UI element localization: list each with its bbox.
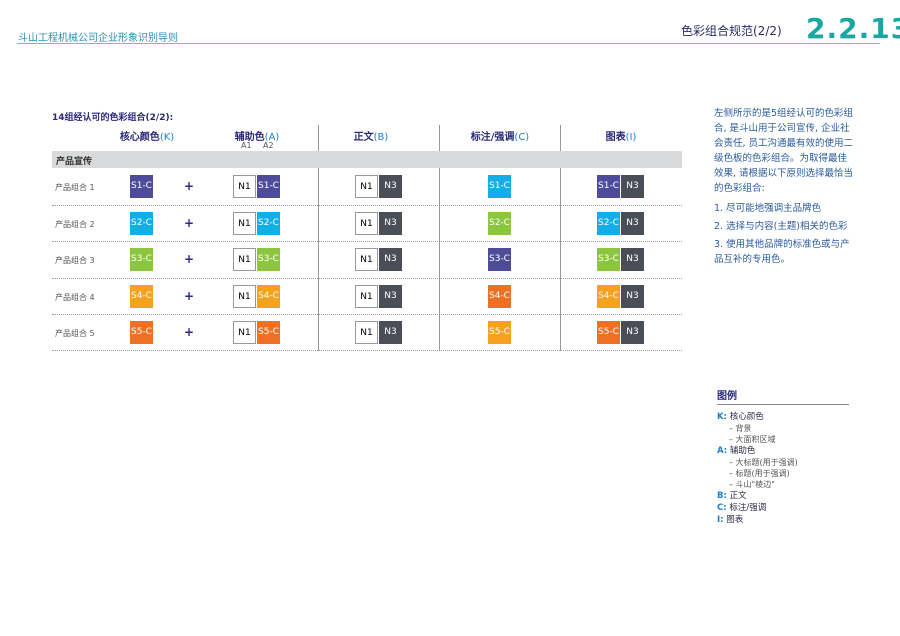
chart-n3-swatch: N3 bbox=[621, 285, 644, 308]
chart-n3-swatch: N3 bbox=[621, 248, 644, 271]
chart-n3-swatch: N3 bbox=[621, 175, 644, 198]
row-label: 产品组合 1 bbox=[55, 183, 95, 192]
col-head-aux: 辅助色(A) bbox=[234, 132, 280, 143]
aux-n1-swatch: N1 bbox=[233, 285, 256, 308]
legend-title: 图例 bbox=[717, 391, 737, 402]
core-swatch: S5-C bbox=[130, 321, 153, 344]
legend-sub: – 背景 bbox=[729, 424, 752, 433]
row-divider bbox=[52, 350, 682, 351]
plus-sign: + bbox=[184, 289, 195, 303]
body-n3-swatch: N3 bbox=[379, 321, 402, 344]
row-divider bbox=[52, 314, 682, 315]
plus-sign: + bbox=[184, 325, 195, 339]
guideline-item: 1. 尽可能地强调主品牌色 bbox=[714, 203, 822, 214]
legend-item-c: C: 标注/强调 bbox=[717, 503, 767, 513]
accent-swatch: S5-C bbox=[488, 321, 511, 344]
aux-swatch: S5-C bbox=[257, 321, 280, 344]
accent-swatch: S1-C bbox=[488, 175, 511, 198]
row-divider bbox=[52, 241, 682, 242]
col-head-core: 核心颜色(K) bbox=[119, 132, 175, 143]
legend: K: 核心颜色 – 背景 – 大面积区域 A: 辅助色 – 大标题(用于强调) … bbox=[717, 411, 798, 526]
chart-swatch: S3-C bbox=[597, 248, 620, 271]
body-n1-swatch: N1 bbox=[355, 248, 378, 271]
row-label: 产品组合 4 bbox=[55, 293, 95, 302]
chart-n3-swatch: N3 bbox=[621, 212, 644, 235]
aux-sub-a2: A2 bbox=[263, 141, 274, 150]
legend-item-a: A: 辅助色 bbox=[717, 446, 756, 456]
company-guide-title: 斗山工程机械公司企业形象识别导则 bbox=[18, 33, 178, 44]
row-divider bbox=[52, 205, 682, 206]
aux-n1-swatch: N1 bbox=[233, 321, 256, 344]
guideline-item: 2. 选择与内容(主题)相关的色彩 bbox=[714, 221, 848, 232]
group-bar-product: 产品宣传 bbox=[52, 151, 682, 168]
chart-n3-swatch: N3 bbox=[621, 321, 644, 344]
body-n3-swatch: N3 bbox=[379, 212, 402, 235]
legend-item-i: I: 图表 bbox=[717, 515, 744, 525]
aux-n1-swatch: N1 bbox=[233, 212, 256, 235]
body-n1-swatch: N1 bbox=[355, 212, 378, 235]
intro-paragraph: 左侧所示的是5组经认可的色彩组合, 是斗山用于公司宣传, 企业社会责任, 员工沟… bbox=[714, 108, 854, 194]
col-head-body: 正文(B) bbox=[353, 132, 389, 143]
guideline-list: 1. 尽可能地强调主品牌色 2. 选择与内容(主题)相关的色彩 3. 使用其他品… bbox=[714, 201, 859, 270]
aux-n1-swatch: N1 bbox=[233, 175, 256, 198]
core-swatch: S2-C bbox=[130, 212, 153, 235]
core-swatch: S4-C bbox=[130, 285, 153, 308]
row-label: 产品组合 3 bbox=[55, 256, 95, 265]
aux-n1-swatch: N1 bbox=[233, 248, 256, 271]
accent-swatch: S2-C bbox=[488, 212, 511, 235]
row-label: 产品组合 2 bbox=[55, 220, 95, 229]
aux-swatch: S2-C bbox=[257, 212, 280, 235]
chart-swatch: S1-C bbox=[597, 175, 620, 198]
accent-swatch: S3-C bbox=[488, 248, 511, 271]
plus-sign: + bbox=[184, 216, 195, 230]
chart-swatch: S5-C bbox=[597, 321, 620, 344]
legend-sub: – 标题(用于强调) bbox=[729, 469, 790, 478]
section-number: 2.2.13 bbox=[806, 12, 900, 45]
core-swatch: S1-C bbox=[130, 175, 153, 198]
body-n3-swatch: N3 bbox=[379, 285, 402, 308]
aux-swatch: S3-C bbox=[257, 248, 280, 271]
body-n3-swatch: N3 bbox=[379, 175, 402, 198]
body-n1-swatch: N1 bbox=[355, 321, 378, 344]
legend-item-b: B: 正文 bbox=[717, 491, 747, 501]
chart-swatch: S2-C bbox=[597, 212, 620, 235]
aux-sub-a1: A1 bbox=[241, 141, 252, 150]
legend-item-k: K: 核心颜色 bbox=[717, 412, 764, 422]
plus-sign: + bbox=[184, 252, 195, 266]
core-swatch: S3-C bbox=[130, 248, 153, 271]
group-label: 产品宣传 bbox=[56, 157, 93, 167]
row-divider bbox=[52, 278, 682, 279]
legend-sub: – 大面积区域 bbox=[729, 435, 776, 444]
legend-sub: – 斗山"棱边" bbox=[729, 480, 775, 489]
col-head-accent: 标注/强调(C) bbox=[470, 132, 530, 143]
row-label: 产品组合 5 bbox=[55, 329, 95, 338]
aux-swatch: S4-C bbox=[257, 285, 280, 308]
aux-swatch: S1-C bbox=[257, 175, 280, 198]
body-n1-swatch: N1 bbox=[355, 285, 378, 308]
legend-divider bbox=[717, 404, 849, 405]
col-head-chart: 图表(I) bbox=[605, 132, 637, 143]
plus-sign: + bbox=[184, 179, 195, 193]
body-n1-swatch: N1 bbox=[355, 175, 378, 198]
legend-sub: – 大标题(用于强调) bbox=[729, 458, 798, 467]
guideline-item: 3. 使用其他品牌的标准色或与产品互补的专用色。 bbox=[714, 239, 850, 265]
accent-swatch: S4-C bbox=[488, 285, 511, 308]
header-divider bbox=[17, 43, 880, 44]
body-n3-swatch: N3 bbox=[379, 248, 402, 271]
page-subtitle: 色彩组合规范(2/2) bbox=[681, 24, 782, 38]
chart-swatch: S4-C bbox=[597, 285, 620, 308]
table-title: 14组经认可的色彩组合(2/2): bbox=[52, 113, 174, 123]
